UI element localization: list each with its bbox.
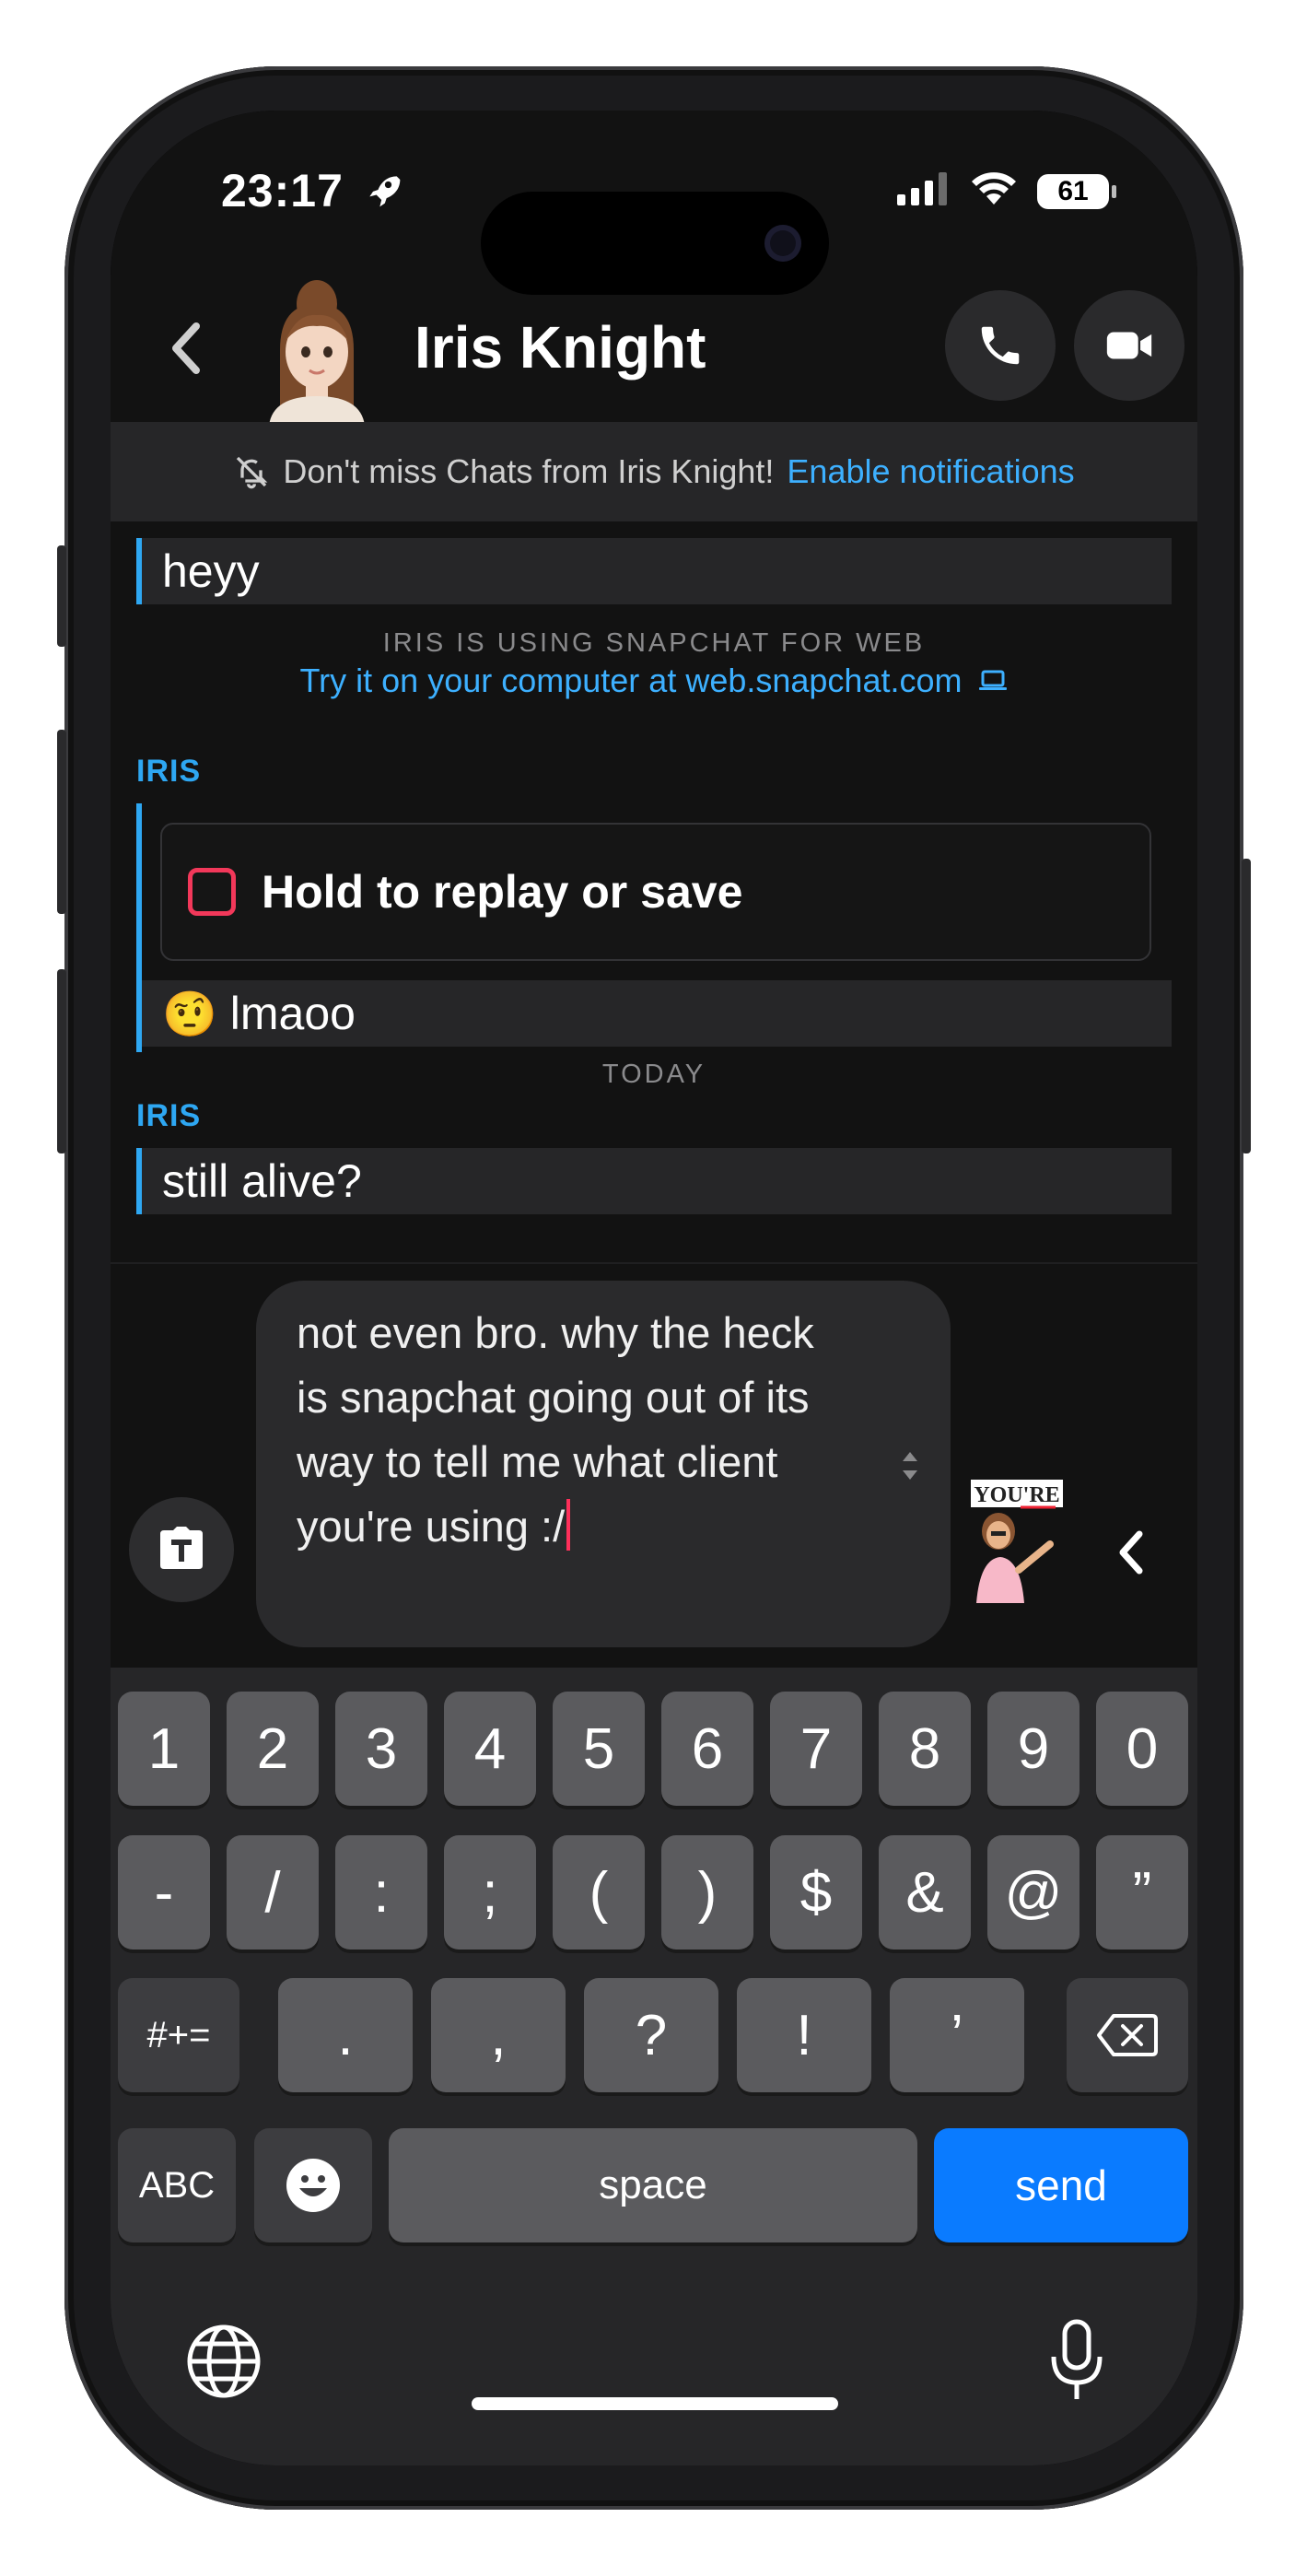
message-bubble[interactable]: still alive? xyxy=(136,1148,1172,1214)
key-send[interactable]: send xyxy=(934,2128,1188,2242)
status-bar: 23:17 61 xyxy=(111,164,1197,295)
key-backspace[interactable] xyxy=(1067,1978,1188,2092)
action-button xyxy=(57,545,66,647)
status-icons: 61 xyxy=(897,171,1116,211)
message-text: lmaoo xyxy=(229,988,356,1039)
key[interactable]: ? xyxy=(584,1978,718,2092)
avatar[interactable] xyxy=(260,267,374,426)
laptop-icon xyxy=(978,670,1007,690)
emoji-face-icon xyxy=(286,2159,340,2212)
key[interactable]: / xyxy=(227,1835,319,1950)
message-text: still alive? xyxy=(162,1155,362,1207)
key[interactable]: ; xyxy=(444,1835,536,1950)
sticker-text: YOU'RE xyxy=(974,1483,1059,1507)
signal-icon xyxy=(897,172,951,210)
key-space[interactable]: space xyxy=(389,2128,917,2242)
battery-icon: 61 xyxy=(1037,173,1116,209)
key[interactable]: - xyxy=(118,1835,210,1950)
key[interactable]: 6 xyxy=(661,1692,753,1806)
day-separator: TODAY xyxy=(601,1060,706,1089)
key[interactable]: , xyxy=(431,1978,566,2092)
phone-screen: 23:17 61 Iris Knight Don't miss Chats fr… xyxy=(111,111,1197,2465)
key[interactable]: 3 xyxy=(335,1692,427,1806)
home-indicator[interactable] xyxy=(472,2397,838,2410)
key[interactable]: 7 xyxy=(770,1692,862,1806)
expand-icon[interactable] xyxy=(899,1445,921,1487)
text-caret xyxy=(566,1499,571,1551)
chat-screen: 23:17 61 Iris Knight Don't miss Chats fr… xyxy=(111,111,1197,2465)
contact-name[interactable]: Iris Knight xyxy=(414,313,706,381)
chat-header: Iris Knight xyxy=(111,267,1197,426)
key[interactable]: ) xyxy=(661,1835,753,1950)
bell-off-icon xyxy=(237,456,268,489)
message-input[interactable]: not even bro. why the heck is snapchat g… xyxy=(256,1281,951,1647)
collapse-button[interactable] xyxy=(1103,1516,1159,1589)
key[interactable]: 0 xyxy=(1096,1692,1188,1806)
key[interactable]: 2 xyxy=(227,1692,319,1806)
snap-card[interactable]: Hold to replay or save xyxy=(160,823,1151,961)
message-bubble[interactable]: 🤨 lmaoo xyxy=(136,980,1172,1047)
chevron-left-icon xyxy=(172,322,200,374)
power-button xyxy=(1242,859,1251,1153)
key[interactable]: 1 xyxy=(118,1692,210,1806)
key-abc[interactable]: ABC xyxy=(118,2128,236,2242)
video-call-button[interactable] xyxy=(1074,290,1184,401)
keyboard: 1234567890 - /:;() $ & @” .,?!’ #+= ABC spac… xyxy=(111,1668,1197,2465)
key-symbols[interactable]: #+= xyxy=(118,1978,239,2092)
text-bubble-icon xyxy=(160,1527,203,1569)
rocket-icon xyxy=(363,168,403,221)
globe-button[interactable] xyxy=(186,2324,262,2404)
enable-notifications-link[interactable]: Enable notifications xyxy=(787,452,1074,491)
emoji-icon: 🤨 xyxy=(162,989,217,1039)
key[interactable]: @ xyxy=(987,1835,1079,1950)
text-format-button[interactable] xyxy=(129,1497,234,1602)
status-time: 23:17 xyxy=(221,164,403,221)
key[interactable]: ” xyxy=(1096,1835,1188,1950)
status-time-text: 23:17 xyxy=(221,165,344,217)
message-text: heyy xyxy=(162,545,260,597)
notification-banner: Don't miss Chats from Iris Knight! Enabl… xyxy=(111,422,1197,521)
key[interactable]: $ xyxy=(770,1835,862,1950)
key[interactable]: : xyxy=(335,1835,427,1950)
divider xyxy=(111,1262,1197,1264)
web-notice-link-text: Try it on your computer at web.snapchat.… xyxy=(299,662,963,699)
chevron-left-icon xyxy=(1119,1530,1143,1575)
message-input-value: not even bro. why the heck is snapchat g… xyxy=(297,1308,814,1551)
key[interactable]: 5 xyxy=(553,1692,645,1806)
wifi-icon xyxy=(971,171,1017,211)
camera-icon xyxy=(764,225,801,262)
microphone-icon xyxy=(1051,2319,1103,2399)
key[interactable]: 9 xyxy=(987,1692,1079,1806)
notification-text: Don't miss Chats from Iris Knight! xyxy=(283,452,775,490)
snap-label: Hold to replay or save xyxy=(262,866,743,918)
back-button[interactable] xyxy=(158,311,214,385)
message-input-text: not even bro. why the heck is snapchat g… xyxy=(297,1301,849,1559)
key[interactable]: ( xyxy=(553,1835,645,1950)
call-button[interactable] xyxy=(945,290,1056,401)
sender-label: IRIS xyxy=(136,754,202,789)
key[interactable]: 8 xyxy=(879,1692,971,1806)
snap-square-icon xyxy=(188,868,236,916)
volume-up-button xyxy=(57,730,66,914)
message-bubble[interactable]: heyy xyxy=(136,538,1172,604)
volume-down-button xyxy=(57,969,66,1153)
dictation-button[interactable] xyxy=(1046,2318,1107,2407)
sender-label: IRIS xyxy=(136,1098,202,1133)
key[interactable]: ! xyxy=(737,1978,871,2092)
web-notice-title: IRIS IS USING SNAPCHAT FOR WEB xyxy=(382,628,926,658)
video-camera-icon xyxy=(1106,332,1152,359)
key[interactable]: & xyxy=(879,1835,971,1950)
key-emoji[interactable] xyxy=(254,2128,372,2242)
key[interactable]: 4 xyxy=(444,1692,536,1806)
key[interactable]: ’ xyxy=(890,1978,1024,2092)
phone-icon xyxy=(981,326,1020,365)
globe-icon xyxy=(187,2324,261,2398)
web-notice-link[interactable]: Try it on your computer at web.snapchat.… xyxy=(111,662,1197,700)
key[interactable]: . xyxy=(278,1978,413,2092)
backspace-icon xyxy=(1097,2014,1158,2056)
sticker-suggestion[interactable]: YOU'RE xyxy=(967,1474,1070,1603)
